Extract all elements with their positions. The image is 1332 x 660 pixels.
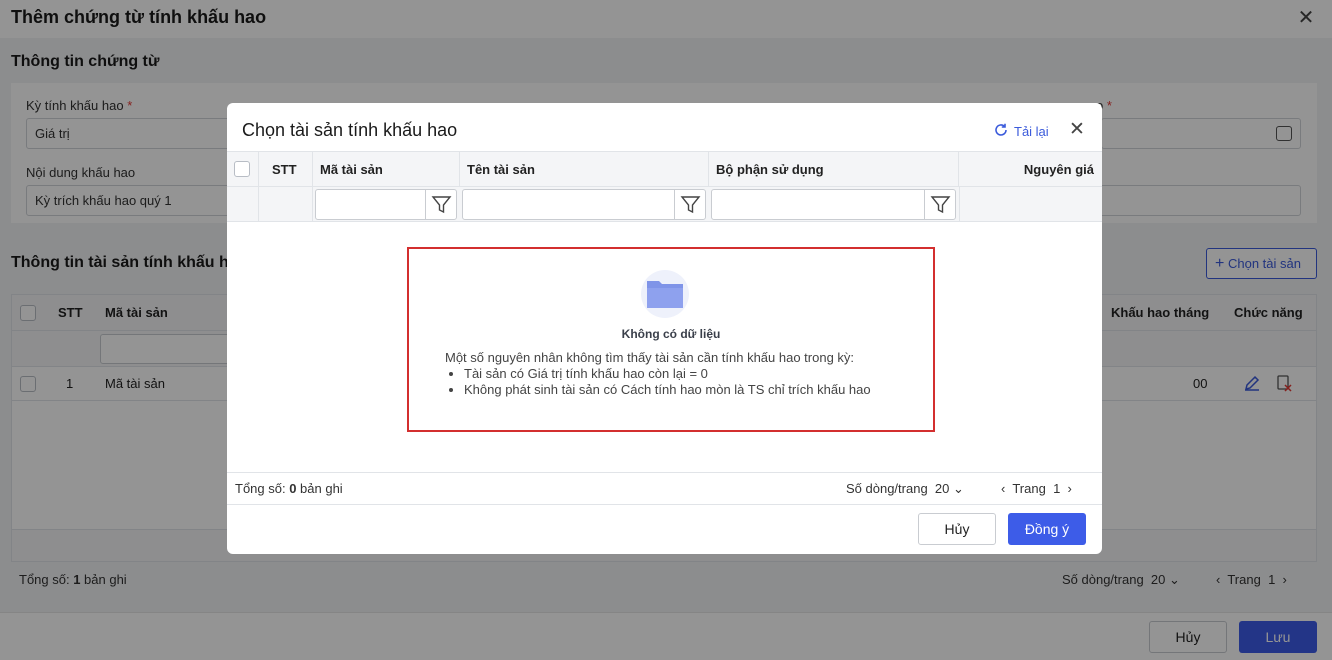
asset-grid-header: STT Mã tài sản Tên tài sản Bộ phận sử dụ…	[227, 151, 1102, 187]
divider	[227, 472, 1102, 473]
col-stt: STT	[259, 152, 313, 186]
asset-grid-filter-row	[227, 187, 1102, 222]
filter-icon[interactable]	[425, 190, 456, 219]
filter-icon[interactable]	[924, 190, 955, 219]
filter-icon[interactable]	[674, 190, 705, 219]
col-original-cost: Nguyên giá	[959, 152, 1102, 186]
empty-state: Không có dữ liệu Một số nguyên nhân khôn…	[407, 247, 935, 432]
folder-icon	[641, 270, 689, 318]
next-page-icon[interactable]: ›	[1068, 481, 1072, 496]
filter-cell-stt	[259, 187, 313, 221]
dialog-cancel-button[interactable]: Hủy	[918, 513, 996, 545]
list-item: Tài sản có Giá trị tính khấu hao còn lại…	[464, 366, 871, 382]
dialog-rows-per-page[interactable]: Số dòng/trang 20 ⌄	[846, 481, 964, 497]
dialog-ok-button[interactable]: Đồng ý	[1008, 513, 1086, 545]
asset-code-filter-input[interactable]	[315, 189, 457, 220]
col-select	[227, 152, 259, 186]
empty-state-intro: Một số nguyên nhân không tìm thấy tài sả…	[445, 350, 855, 365]
list-item: Không phát sinh tài sản có Cách tính hao…	[464, 382, 871, 398]
filter-cell-select	[227, 187, 259, 221]
dialog-total-records: Tổng số: 0 bản ghi	[235, 481, 343, 496]
prev-page-icon[interactable]: ‹	[1001, 481, 1005, 496]
select-all-checkbox[interactable]	[234, 161, 250, 177]
filter-cell-original-cost	[959, 187, 1102, 221]
chevron-down-icon: ⌄	[953, 481, 964, 496]
asset-name-filter-input[interactable]	[462, 189, 706, 220]
col-original-cost-label: Nguyên giá	[1023, 162, 1094, 177]
empty-state-reasons: Tài sản có Giá trị tính khấu hao còn lại…	[445, 366, 871, 398]
col-asset-name-label: Tên tài sản	[467, 162, 535, 177]
close-icon[interactable]: ✕	[1068, 119, 1086, 141]
empty-state-description: Một số nguyên nhân không tìm thấy tài sả…	[445, 350, 871, 398]
col-stt-label: STT	[272, 162, 297, 177]
col-asset-name: Tên tài sản	[460, 152, 709, 186]
department-filter-input[interactable]	[711, 189, 956, 220]
col-department: Bộ phận sử dụng	[709, 152, 959, 186]
reload-button[interactable]: Tải lại	[994, 121, 1049, 141]
dialog-pagination: ‹ Trang 1 ›	[1001, 481, 1072, 496]
col-department-label: Bộ phận sử dụng	[716, 162, 824, 177]
choose-asset-dialog: Chọn tài sản tính khấu hao Tải lại ✕ STT…	[227, 103, 1102, 554]
refresh-icon	[994, 123, 1008, 140]
empty-state-title: Không có dữ liệu	[621, 327, 721, 341]
col-asset-code-label: Mã tài sản	[320, 162, 383, 177]
divider	[227, 504, 1102, 505]
dialog-title: Chọn tài sản tính khấu hao	[242, 120, 458, 140]
col-asset-code: Mã tài sản	[313, 152, 460, 186]
